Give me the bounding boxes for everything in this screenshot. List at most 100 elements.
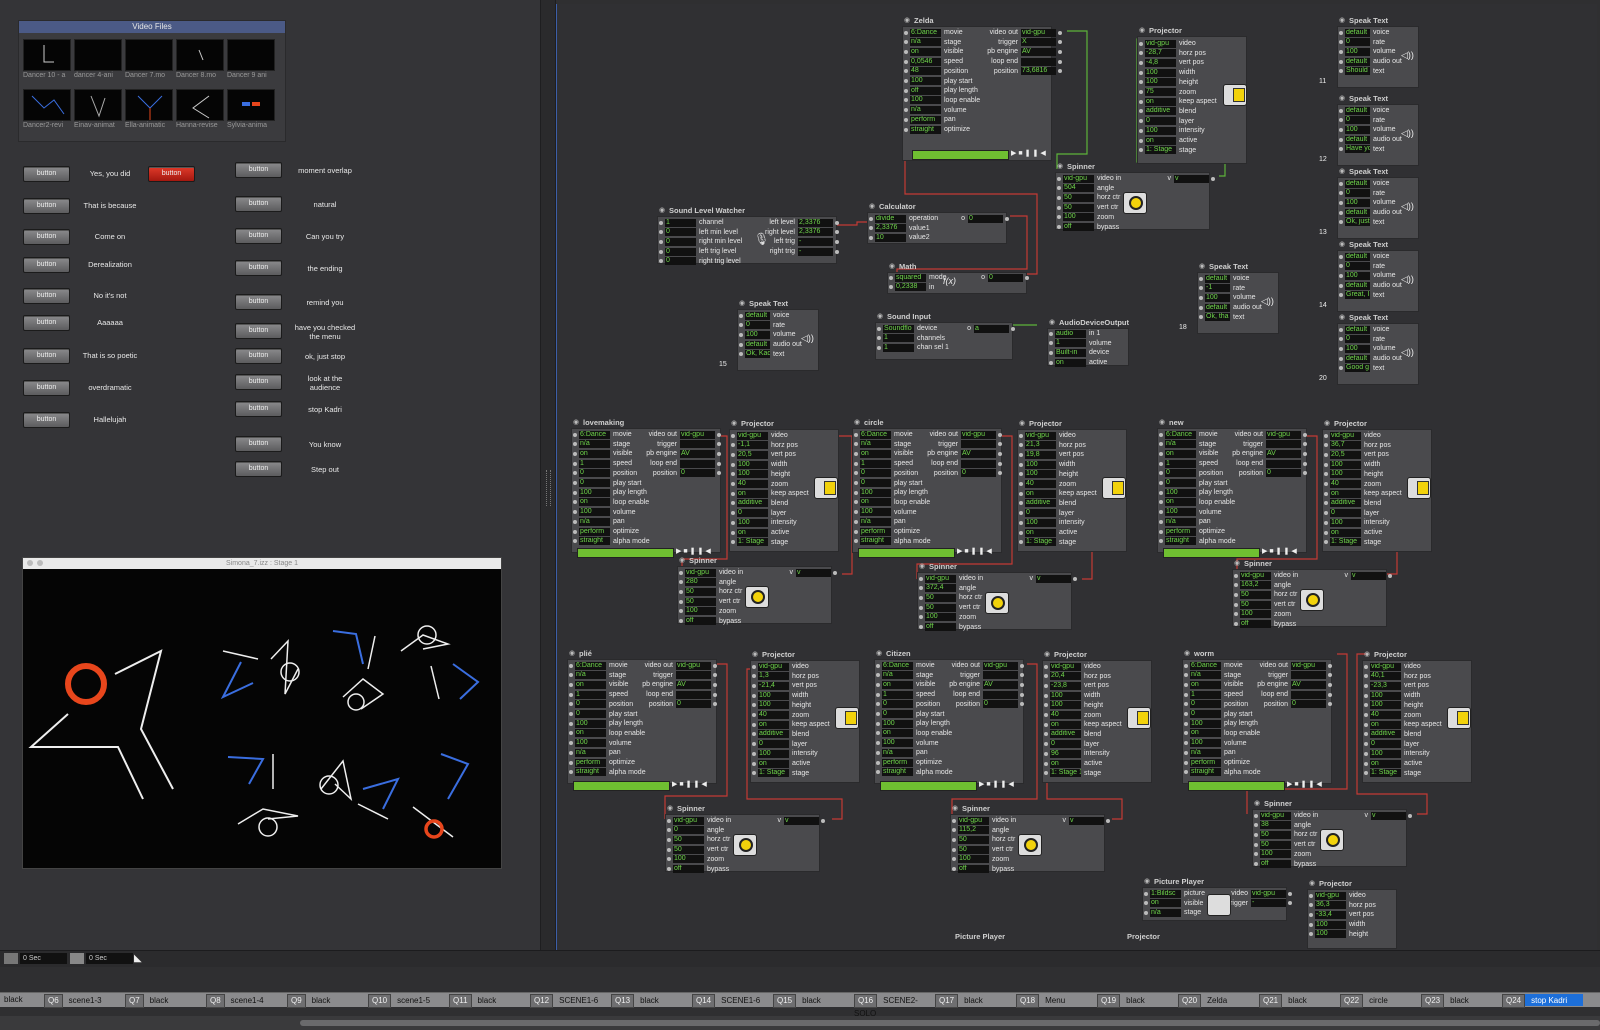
input-port[interactable] bbox=[1159, 442, 1163, 447]
input-port[interactable] bbox=[1044, 742, 1048, 747]
property-value[interactable]: 0 bbox=[860, 479, 891, 487]
input-port[interactable] bbox=[731, 520, 735, 525]
input-port[interactable] bbox=[569, 712, 573, 716]
input-port[interactable] bbox=[1199, 276, 1203, 281]
property-value[interactable]: 100 bbox=[1145, 78, 1176, 87]
property-value[interactable]: Ok, tha bbox=[1205, 313, 1230, 322]
input-port[interactable] bbox=[731, 462, 735, 467]
output-port[interactable] bbox=[1058, 59, 1062, 64]
input-port[interactable] bbox=[659, 230, 663, 235]
output-port[interactable] bbox=[1058, 69, 1062, 74]
transport-controls-icon[interactable]: ▶■❚❚◀ bbox=[1011, 149, 1048, 157]
property-value[interactable]: n/a bbox=[910, 106, 941, 115]
property-value[interactable]: 100 bbox=[737, 460, 768, 469]
input-port[interactable] bbox=[1339, 147, 1343, 152]
input-port[interactable] bbox=[1019, 452, 1023, 457]
input-port[interactable] bbox=[1364, 693, 1368, 698]
input-port[interactable] bbox=[1019, 540, 1023, 545]
video-file-thumbnail[interactable]: Einav-animat bbox=[74, 89, 122, 133]
output-port[interactable] bbox=[835, 230, 839, 235]
input-port[interactable] bbox=[1019, 491, 1023, 496]
input-port[interactable] bbox=[1309, 912, 1313, 917]
input-port[interactable] bbox=[1184, 712, 1188, 716]
eye-icon[interactable]: ◉ bbox=[1057, 162, 1063, 170]
input-port[interactable] bbox=[569, 721, 573, 726]
input-port[interactable] bbox=[1309, 893, 1313, 898]
property-value[interactable]: 100 bbox=[1370, 749, 1401, 758]
property-value[interactable]: 100 bbox=[673, 855, 704, 864]
input-port[interactable] bbox=[1184, 702, 1188, 707]
input-port[interactable] bbox=[1254, 862, 1258, 866]
property-value[interactable]: 36,7 bbox=[1330, 441, 1361, 450]
property-value[interactable]: perform bbox=[1190, 758, 1221, 767]
trigger-button[interactable]: button bbox=[23, 288, 70, 304]
input-port[interactable] bbox=[739, 323, 743, 328]
input-port[interactable] bbox=[1019, 501, 1023, 506]
property-value[interactable]: off bbox=[910, 86, 941, 95]
property-value[interactable]: audio bbox=[1055, 329, 1086, 338]
property-value[interactable]: on bbox=[579, 449, 610, 458]
input-port[interactable] bbox=[1057, 176, 1061, 181]
property-value[interactable]: 6:Dance bbox=[882, 661, 913, 670]
property-value[interactable]: 19,8 bbox=[1025, 450, 1056, 459]
input-port[interactable] bbox=[1324, 433, 1328, 438]
input-port[interactable] bbox=[1019, 433, 1023, 438]
output-port[interactable] bbox=[717, 471, 721, 476]
trigger-button[interactable]: button bbox=[235, 260, 282, 276]
input-port[interactable] bbox=[1234, 592, 1238, 597]
output-port[interactable] bbox=[998, 432, 1002, 437]
trigger-button[interactable]: button bbox=[23, 257, 70, 273]
speaker-icon[interactable] bbox=[4, 953, 18, 964]
property-value[interactable]: on bbox=[579, 498, 610, 507]
property-value[interactable]: on bbox=[1370, 720, 1401, 729]
property-value[interactable]: 100 bbox=[1025, 470, 1056, 479]
input-port[interactable] bbox=[573, 461, 577, 466]
property-value[interactable]: default bbox=[1345, 208, 1370, 217]
property-value[interactable]: vid-gpu bbox=[758, 662, 789, 671]
property-value[interactable]: on bbox=[758, 720, 789, 729]
input-port[interactable] bbox=[1057, 225, 1061, 229]
property-value[interactable]: on bbox=[1025, 489, 1056, 498]
input-port[interactable] bbox=[1339, 30, 1343, 35]
property-value[interactable]: 0 bbox=[1330, 509, 1361, 518]
input-port[interactable] bbox=[1324, 452, 1328, 457]
input-port[interactable] bbox=[1339, 356, 1343, 361]
cue-item[interactable]: Q18 Menu bbox=[1016, 994, 1097, 1008]
input-port[interactable] bbox=[904, 59, 908, 64]
input-port[interactable] bbox=[679, 609, 683, 614]
output-port[interactable] bbox=[833, 570, 837, 575]
property-value[interactable]: 48 bbox=[910, 67, 941, 76]
trigger-button[interactable]: button bbox=[235, 162, 282, 178]
property-value[interactable]: 100 bbox=[882, 739, 913, 748]
property-value[interactable]: 0 bbox=[758, 740, 789, 749]
property-value[interactable]: 100 bbox=[737, 470, 768, 479]
output-port[interactable] bbox=[1106, 818, 1110, 823]
input-port[interactable] bbox=[1159, 471, 1163, 476]
input-port[interactable] bbox=[573, 510, 577, 515]
property-value[interactable]: perform bbox=[860, 527, 891, 536]
output-port[interactable] bbox=[1303, 432, 1307, 437]
input-port[interactable] bbox=[1139, 60, 1143, 65]
input-port[interactable] bbox=[1049, 360, 1053, 365]
input-port[interactable] bbox=[1309, 932, 1313, 937]
property-value[interactable]: on bbox=[1190, 680, 1221, 689]
input-port[interactable] bbox=[1139, 119, 1143, 124]
input-port[interactable] bbox=[1339, 273, 1343, 278]
input-port[interactable] bbox=[679, 570, 683, 575]
property-value[interactable]: on bbox=[1165, 449, 1196, 458]
input-port[interactable] bbox=[573, 519, 577, 524]
property-value[interactable]: n/a bbox=[1165, 440, 1196, 449]
input-port[interactable] bbox=[919, 625, 923, 629]
property-value[interactable]: 100 bbox=[1165, 508, 1196, 517]
input-port[interactable] bbox=[1254, 852, 1258, 857]
time-field-2[interactable]: 0 Sec bbox=[86, 953, 133, 964]
property-value[interactable]: 100 bbox=[737, 518, 768, 527]
eye-icon[interactable]: ◉ bbox=[1234, 559, 1240, 567]
property-value[interactable]: 96 bbox=[1050, 749, 1081, 758]
input-port[interactable] bbox=[904, 88, 908, 93]
input-port[interactable] bbox=[952, 847, 956, 852]
trigger-button[interactable]: button bbox=[23, 315, 70, 331]
property-value[interactable]: 50 bbox=[958, 845, 989, 854]
property-value[interactable]: Ok, just bbox=[1345, 218, 1370, 227]
input-port[interactable] bbox=[1184, 731, 1188, 736]
